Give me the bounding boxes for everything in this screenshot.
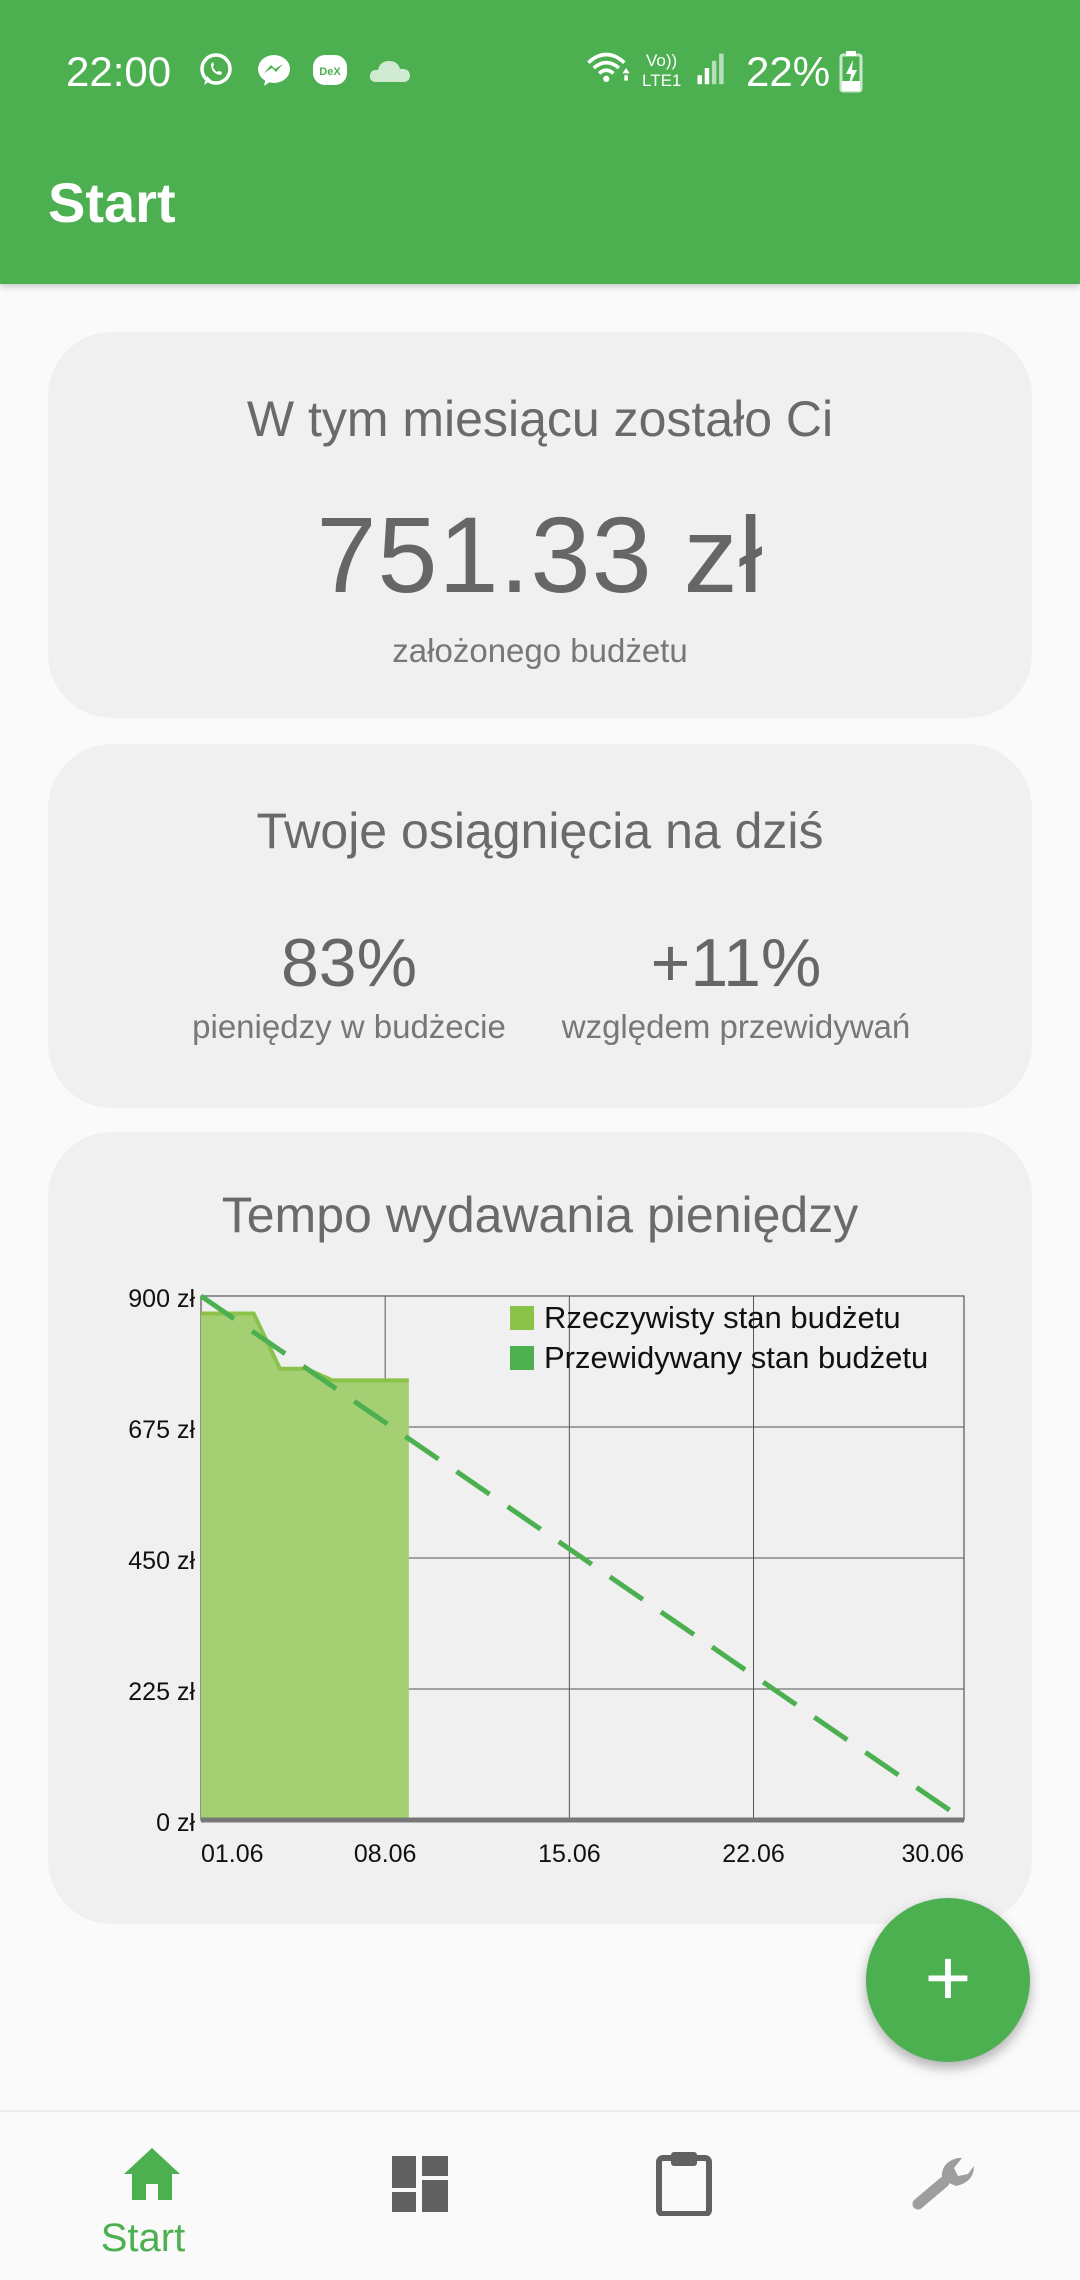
vs-forecast-stat: +11% względem przewidywań [546,924,926,1046]
volte-icon: Vo)) LTE1 [642,51,681,90]
y-tick-label: 900 zł [128,1285,195,1313]
messenger-icon [258,55,290,86]
legend-label: Rzeczywisty stan budżetu [544,1300,901,1335]
nav-item-dashboard[interactable] [285,2112,555,2280]
add-icon: + [924,1933,972,2022]
money-in-budget-label: pieniędzy w budżecie [192,1008,506,1045]
x-tick-label: 08.06 [354,1840,417,1868]
remaining-budget-amount: 751.33 zł [316,494,764,615]
nav-label-start: Start [100,2216,186,2260]
y-tick-label: 0 zł [156,1809,195,1837]
achievements-card-title: Twoje osiągnięcia na dziś [256,803,824,859]
svg-text:Vo)): Vo)) [646,51,677,70]
page-title: Start [48,171,176,234]
money-in-budget-stat: 83% pieniędzy w budżecie [159,924,539,1046]
x-tick-label: 30.06 [901,1840,964,1868]
whatsapp-icon [200,53,232,85]
money-in-budget-value: 83% [280,925,418,1001]
signal-icon [697,53,724,85]
battery-charging-icon [839,51,863,93]
status-bar: 22:00 DeX Vo)) LTE1 22% [0,0,1080,142]
budget-card: W tym miesiącu zostało Ci 751.33 zł zało… [48,332,1032,718]
svg-text:LTE1: LTE1 [642,71,681,90]
x-tick-label: 15.06 [538,1840,601,1868]
dashboard-icon [392,2156,448,2212]
svg-text:DeX: DeX [319,66,341,78]
dex-icon: DeX [313,55,347,85]
status-time: 22:00 [66,48,172,95]
spending-chart: 0 zł 225 zł 450 zł 675 zł 900 zł 01.06 08.06 15… [128,1285,966,1868]
budget-card-title: W tym miesiącu zostało Ci [246,391,834,447]
vs-forecast-label: względem przewidywań [561,1008,911,1045]
vs-forecast-value: +11% [650,925,822,1001]
spending-chart-card: Tempo wydawania pieniędzy 0 zł 225 zł 450 … [48,1132,1032,1924]
actual-budget-area [201,1313,409,1820]
home-icon [124,2148,180,2200]
nav-item-settings[interactable] [810,2112,1080,2280]
wifi-icon [587,52,630,82]
bottom-navigation: Start [0,2110,1080,2280]
cloud-icon [369,61,410,82]
budget-card-subtitle: założonego budżetu [392,632,688,669]
y-tick-label: 450 zł [128,1547,195,1575]
achievements-card: Twoje osiągnięcia na dziś 83% pieniędzy … [48,744,1032,1108]
legend-label: Przewidywany stan budżetu [544,1340,928,1375]
legend-swatch [510,1306,534,1330]
x-tick-label: 22.06 [722,1840,785,1868]
y-tick-label: 225 zł [128,1678,195,1706]
top-bar: 22:00 DeX Vo)) LTE1 22% Start [0,0,1080,284]
clipboard-icon [656,2152,712,2216]
battery-percent: 22% [746,48,831,95]
add-expense-button[interactable]: + [866,1898,1030,2062]
legend-swatch [510,1346,534,1370]
wrench-icon [912,2158,974,2210]
nav-item-start[interactable]: Start [8,2112,278,2280]
x-tick-label: 01.06 [201,1840,264,1868]
nav-item-clipboard[interactable] [550,2112,820,2280]
y-tick-label: 675 zł [128,1416,195,1444]
